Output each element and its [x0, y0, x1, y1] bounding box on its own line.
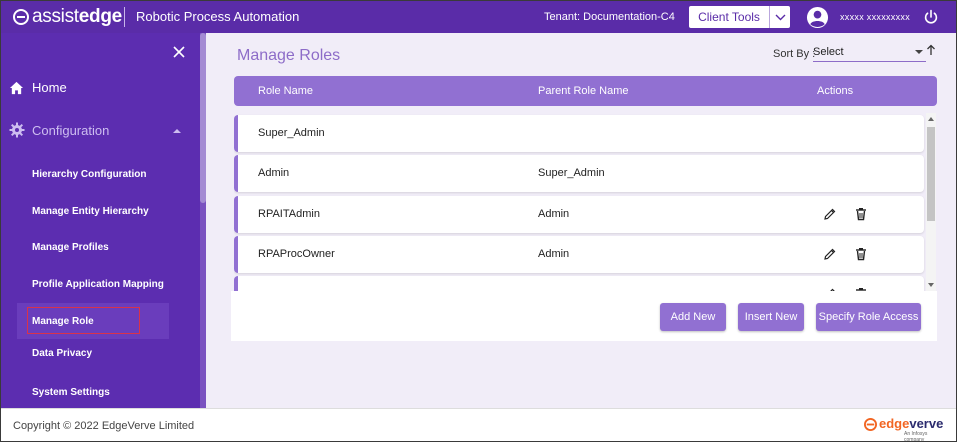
roles-list: Super_Admin Admin Super_Admin RPAITAdmin… — [234, 113, 937, 291]
sort-ascending-icon[interactable] — [926, 44, 936, 56]
assistedge-logo[interactable]: assistedge — [13, 5, 122, 29]
footer: Copyright © 2022 EdgeVerve Limited edgev… — [1, 408, 956, 441]
username: xxxxx xxxxxxxxx — [840, 12, 911, 22]
top-bar: assistedge Robotic Process Automation Te… — [1, 1, 956, 33]
edgeverve-logo: edgeverve An Infosys company — [864, 415, 944, 441]
roles-list-scrollbar[interactable] — [926, 113, 936, 291]
sidebar-item-label: Configuration — [32, 122, 110, 138]
home-icon — [9, 81, 24, 94]
main-content: Manage Roles Sort By : Select Role Name … — [206, 33, 956, 408]
role-name-cell: Admin — [258, 167, 290, 179]
chevron-down-icon[interactable] — [770, 14, 790, 21]
assistedge-logo-icon — [13, 9, 29, 25]
edit-icon[interactable] — [823, 207, 837, 221]
power-icon[interactable] — [923, 9, 939, 25]
app-window: assistedge Robotic Process Automation Te… — [0, 0, 957, 442]
scroll-down-arrow-icon[interactable] — [928, 283, 934, 287]
sidebar-item-system-settings[interactable]: System Settings — [32, 387, 110, 398]
sidebar-item-configuration[interactable]: Configuration — [9, 122, 109, 138]
close-icon[interactable] — [172, 45, 186, 59]
edgeverve-logo-icon — [864, 418, 877, 431]
specify-role-access-button[interactable]: Specify Role Access — [816, 303, 921, 331]
sidebar-item-label: Home — [32, 80, 67, 95]
role-name-cell: RPAITAdmin — [258, 208, 320, 220]
parent-role-cell: Admin — [538, 208, 570, 220]
parent-role-cell: Super_Admin — [538, 167, 605, 179]
insert-new-button[interactable]: Insert New — [738, 303, 804, 331]
table-row[interactable]: Super_Admin — [234, 115, 924, 152]
gear-icon — [9, 122, 25, 138]
sort-by-value: Select — [813, 46, 844, 58]
roles-list-scrollbar-thumb[interactable] — [927, 127, 935, 221]
dropdown-arrow-icon — [915, 50, 923, 54]
logo-text: assistedge — [32, 6, 122, 27]
client-tools-dropdown[interactable]: Client Tools — [689, 6, 790, 28]
sidebar-item-manage-profiles[interactable]: Manage Profiles — [32, 242, 109, 253]
user-avatar-icon[interactable] — [806, 6, 829, 29]
edgeverve-tagline: An Infosys company — [904, 431, 928, 442]
chevron-up-icon[interactable] — [173, 129, 181, 133]
grid-header: Role Name Parent Role Name Actions — [234, 76, 937, 106]
sidebar-item-profile-application-mapping[interactable]: Profile Application Mapping — [32, 279, 164, 290]
action-panel: Add New Insert New Specify Role Access — [231, 291, 937, 341]
role-name-cell: RPAProcOwner — [258, 248, 335, 260]
sidebar-item-data-privacy[interactable]: Data Privacy — [32, 348, 92, 359]
sort-by-select[interactable]: Select — [813, 44, 926, 62]
edit-icon[interactable] — [823, 247, 837, 261]
column-header-parent-role-name: Parent Role Name — [538, 85, 629, 97]
copyright-text: Copyright © 2022 EdgeVerve Limited — [13, 420, 195, 432]
header-divider — [124, 7, 125, 27]
sort-by-label: Sort By : — [773, 48, 816, 60]
column-header-actions: Actions — [817, 85, 854, 97]
table-row[interactable]: Admin Super_Admin — [234, 155, 924, 192]
scroll-up-arrow-icon[interactable] — [928, 117, 934, 121]
table-row[interactable]: RPAProcOwner Admin — [234, 236, 924, 273]
edgeverve-wordmark: edgeverve — [879, 416, 944, 431]
client-tools-label: Client Tools — [698, 10, 760, 24]
table-row[interactable] — [234, 276, 924, 291]
selection-highlight-box — [27, 307, 140, 334]
delete-icon[interactable] — [854, 207, 868, 221]
parent-role-cell: Admin — [538, 248, 570, 260]
role-name-cell: Super_Admin — [258, 127, 325, 139]
table-row[interactable]: RPAITAdmin Admin — [234, 196, 924, 233]
app-title: Robotic Process Automation — [136, 9, 300, 24]
add-new-button[interactable]: Add New — [660, 303, 726, 331]
delete-icon[interactable] — [854, 247, 868, 261]
column-header-role-name: Role Name — [258, 85, 314, 97]
sidebar-item-hierarchy-configuration[interactable]: Hierarchy Configuration — [32, 169, 146, 180]
tenant-label: Tenant: Documentation-C4 — [544, 11, 675, 23]
sidebar-item-manage-entity-hierarchy[interactable]: Manage Entity Hierarchy — [32, 206, 149, 217]
page-title: Manage Roles — [237, 47, 341, 64]
sidebar-item-home[interactable]: Home — [9, 80, 67, 95]
sidebar: Home Configuration Hierarchy Configurati… — [1, 33, 206, 408]
